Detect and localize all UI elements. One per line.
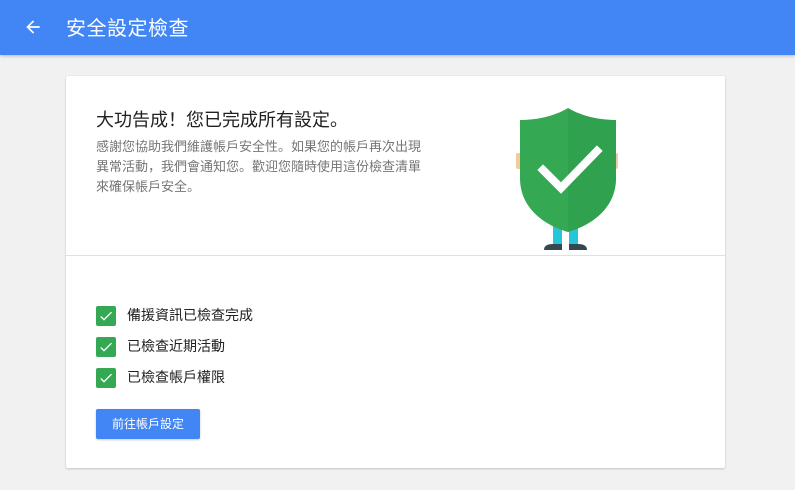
checklist-label: 備援資訊已檢查完成 (127, 308, 253, 324)
checklist-label: 已檢查帳戶權限 (127, 370, 225, 386)
completion-description: 感謝您協助我們維護帳戶安全性。如果您的帳戶再次出現異常活動，我們會通知您。歡迎您… (96, 140, 422, 195)
security-checkup-card: 大功告成！您已完成所有設定。 感謝您協助我們維護帳戶安全性。如果您的帳戶再次出現… (66, 76, 725, 468)
checklist-item-recovery-info: 備援資訊已檢查完成 (96, 306, 253, 326)
app-bar: 安全設定檢查 (0, 0, 795, 55)
arrow-back-icon (26, 20, 40, 34)
completion-title: 大功告成！您已完成所有設定。 (96, 110, 348, 131)
back-button[interactable] (18, 12, 48, 42)
checklist: 備援資訊已檢查完成 已檢查近期活動 已檢查帳戶權限 (96, 306, 253, 399)
checklist-label: 已檢查近期活動 (127, 339, 225, 355)
check-icon (96, 368, 116, 388)
checklist-item-recent-activity: 已檢查近期活動 (96, 337, 253, 357)
shield-check-icon (513, 106, 623, 256)
section-divider (66, 255, 725, 256)
go-to-account-settings-button[interactable]: 前往帳戶設定 (96, 409, 201, 439)
check-icon (96, 306, 116, 326)
check-icon (96, 337, 116, 357)
checklist-item-account-permissions: 已檢查帳戶權限 (96, 368, 253, 388)
page-title: 安全設定檢查 (66, 16, 189, 40)
